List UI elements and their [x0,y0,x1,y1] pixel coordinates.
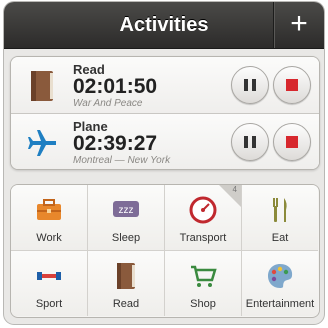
category-label: Transport [179,232,227,244]
app-window: Activities + Read 02:01:50 War And Peace [4,2,324,324]
category-entertainment[interactable]: Entertainment [242,251,318,316]
svg-text:zzz: zzz [119,205,134,216]
category-sleep[interactable]: zzz Sleep [88,185,165,251]
category-label: Shop [190,298,216,310]
category-label: Sleep [111,232,141,244]
add-activity-button[interactable]: + [273,2,324,48]
toolbox-icon [37,199,61,220]
timer-subtitle: War And Peace [73,98,143,109]
stop-button[interactable] [273,123,311,161]
category-label: Work [36,232,62,244]
category-label: Entertainment [245,298,315,310]
timer-row-plane[interactable]: Plane 02:39:27 Montreal — New York [11,113,319,169]
book-icon [31,71,53,101]
stop-button[interactable] [273,66,311,104]
category-label: Read [112,298,140,310]
category-sport[interactable]: Sport [11,251,88,316]
category-transport[interactable]: 4 Transport [165,185,242,251]
fork-knife-icon [273,198,287,222]
running-timers: Read 02:01:50 War And Peace Plane 02:39:… [10,56,320,170]
category-grid: Work zzz Sleep 4 Transport Eat Sport Rea… [10,184,320,318]
cart-icon [191,265,217,287]
timer-subtitle: Montreal — New York [73,155,171,166]
plane-icon [28,130,56,156]
zzz-icon: zzz [113,201,139,217]
pause-button[interactable] [231,66,269,104]
speedometer-icon [189,196,217,224]
category-label: Sport [35,298,63,310]
category-shop[interactable]: Shop [165,251,242,316]
nav-bar: Activities + [4,2,324,49]
book-icon [117,263,135,289]
timer-elapsed: 02:39:27 [73,132,158,155]
plus-icon: + [290,7,308,40]
timer-elapsed: 02:01:50 [73,75,158,98]
palette-icon [268,264,293,288]
stop-icon [286,79,298,91]
dumbbell-icon [37,272,61,280]
category-read[interactable]: Read [88,251,165,316]
count-badge: 4 [232,185,237,194]
category-label: Eat [271,232,289,244]
category-work[interactable]: Work [11,185,88,251]
timer-row-read[interactable]: Read 02:01:50 War And Peace [11,57,319,113]
category-eat[interactable]: Eat [242,185,318,251]
pause-button[interactable] [231,123,269,161]
stop-icon [286,136,298,148]
